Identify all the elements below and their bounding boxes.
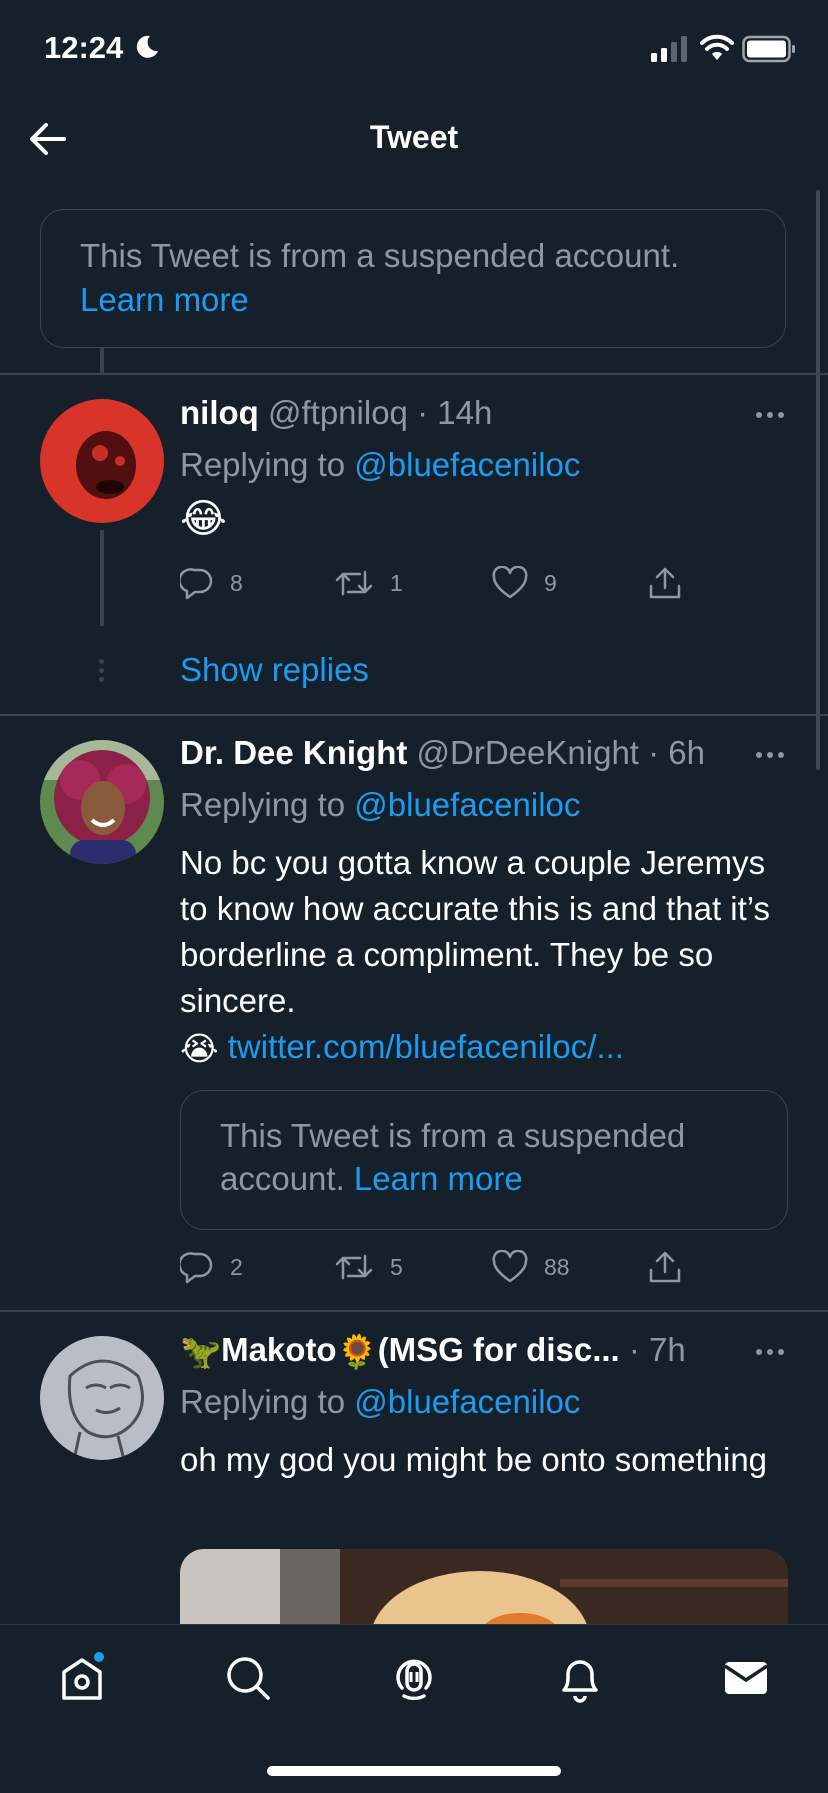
replying-to-handle[interactable]: @bluefaceniloc: [354, 786, 580, 823]
like-count: 88: [544, 1253, 570, 1280]
notifications-icon[interactable]: [554, 1652, 606, 1704]
timestamp: 6h: [668, 734, 706, 771]
learn-more-link[interactable]: Learn more: [354, 1160, 523, 1197]
status-time: 12:24: [44, 30, 124, 65]
more-options-icon[interactable]: [755, 751, 785, 759]
retweet-button[interactable]: 1: [334, 563, 403, 603]
learn-more-link[interactable]: Learn more: [80, 281, 249, 318]
reply-icon: [180, 568, 213, 600]
retweet-count: 5: [390, 1253, 403, 1280]
home-icon[interactable]: [56, 1652, 108, 1704]
share-button[interactable]: [648, 563, 698, 603]
reply-count: 2: [230, 1253, 243, 1280]
replying-to-handle[interactable]: @bluefaceniloc: [354, 446, 580, 483]
tweet-header: Dr. Dee Knight @DrDeeKnight · 6h: [180, 734, 706, 771]
name-emoji: 🌻: [336, 1332, 378, 1370]
retweet-icon: [335, 1254, 373, 1280]
divider: [0, 373, 828, 375]
messages-icon[interactable]: [720, 1652, 772, 1704]
tweet-text: No bc you gotta know a couple Jeremys to…: [180, 840, 800, 1072]
thread-line: [100, 530, 104, 626]
tweet-header: niloq @ftpniloq · 14h: [180, 394, 493, 431]
more-options-icon[interactable]: [755, 1348, 785, 1356]
show-replies-link[interactable]: Show replies: [180, 651, 369, 689]
display-name[interactable]: Makoto: [221, 1331, 337, 1368]
like-button[interactable]: 88: [492, 1247, 570, 1287]
reply-button[interactable]: 8: [180, 563, 243, 603]
tweet-text-content: No bc you gotta know a couple Jeremys to…: [180, 844, 771, 1019]
heart-icon: [492, 566, 528, 599]
retweet-button[interactable]: 5: [334, 1247, 403, 1287]
replying-to-handle[interactable]: @bluefaceniloc: [354, 1383, 580, 1420]
home-indicator[interactable]: [267, 1766, 561, 1776]
display-name[interactable]: niloq: [180, 394, 259, 431]
search-icon[interactable]: [222, 1652, 274, 1704]
spaces-icon[interactable]: [388, 1652, 440, 1704]
avatar[interactable]: [40, 399, 164, 523]
name-emoji: 🦖: [180, 1332, 222, 1370]
tweet-emoji: 😭: [180, 1030, 219, 1068]
divider: [0, 1310, 828, 1312]
tweet-link[interactable]: twitter.com/bluefaceniloc/...: [228, 1028, 624, 1065]
page-title: Tweet: [369, 119, 459, 155]
display-name-suffix[interactable]: (MSG for disc...: [378, 1331, 620, 1368]
suspended-notice-text: This Tweet is from a suspended account.: [80, 237, 680, 274]
replying-to: Replying to @bluefaceniloc: [180, 446, 581, 483]
signal-icon: [651, 36, 687, 62]
battery-icon: [742, 35, 795, 63]
avatar[interactable]: [40, 1336, 164, 1460]
avatar[interactable]: [40, 740, 164, 864]
like-button[interactable]: 9: [492, 563, 557, 603]
moon-icon: [136, 35, 158, 58]
tweet-header: 🦖Makoto🌻(MSG for disc... · 7h: [180, 1331, 686, 1370]
suspended-notice: This Tweet is from a suspended account. …: [80, 234, 760, 322]
username[interactable]: @ftpniloq: [268, 394, 408, 431]
share-icon: [649, 1251, 681, 1283]
reply-count: 8: [230, 569, 243, 596]
tweet-actions: 8 1 9: [180, 563, 700, 603]
retweet-icon: [335, 570, 373, 596]
reply-button[interactable]: 2: [180, 1247, 243, 1287]
divider: [0, 714, 828, 716]
tweet-text: oh my god you might be onto something: [180, 1441, 768, 1478]
scrollbar[interactable]: [816, 190, 820, 770]
share-icon: [649, 567, 681, 599]
timestamp: 7h: [649, 1331, 686, 1368]
thread-dots: [99, 659, 105, 686]
username[interactable]: @DrDeeKnight: [417, 734, 639, 771]
tweet-actions: 2 5 88: [180, 1247, 700, 1287]
replying-to: Replying to @bluefaceniloc: [180, 786, 581, 823]
retweet-count: 1: [390, 569, 403, 596]
share-button[interactable]: [648, 1247, 698, 1287]
tweet-text: 😂: [180, 497, 227, 541]
display-name[interactable]: Dr. Dee Knight: [180, 734, 407, 771]
like-count: 9: [544, 569, 557, 596]
replying-to: Replying to @bluefaceniloc: [180, 1383, 581, 1420]
reply-icon: [180, 1252, 213, 1284]
timestamp: 14h: [437, 394, 493, 431]
quoted-suspended-notice: This Tweet is from a suspended account. …: [220, 1114, 760, 1200]
heart-icon: [492, 1250, 528, 1283]
wifi-icon: [700, 34, 734, 60]
more-options-icon[interactable]: [755, 411, 785, 419]
thread-connector: [100, 348, 104, 374]
